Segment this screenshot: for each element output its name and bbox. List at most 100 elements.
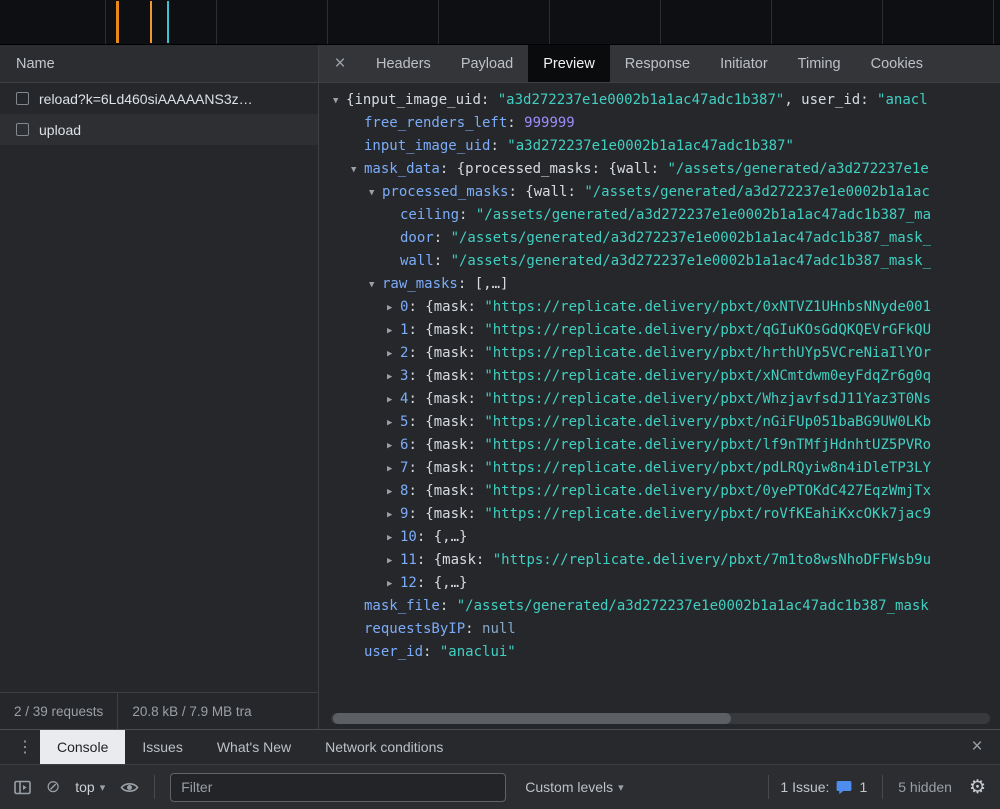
tree-expand-arrow[interactable]: ▶ <box>387 412 400 434</box>
tree-row[interactable]: ▶2: {mask: "https://replicate.delivery/p… <box>319 342 1000 365</box>
tab-timing[interactable]: Timing <box>783 45 856 82</box>
token-ky: 11 <box>400 552 417 568</box>
tree-row[interactable]: ▶6: {mask: "https://replicate.delivery/p… <box>319 434 1000 457</box>
close-drawer-icon[interactable]: × <box>954 730 1000 764</box>
console-sidebar-toggle-icon[interactable] <box>14 780 31 795</box>
tree-expand-arrow[interactable]: ▶ <box>387 527 400 549</box>
tab-payload[interactable]: Payload <box>446 45 528 82</box>
log-levels-dropdown[interactable]: Custom levels ▾ <box>525 779 623 795</box>
live-expression-eye-icon[interactable] <box>120 781 139 794</box>
tree-expand-arrow[interactable]: ▼ <box>369 274 382 296</box>
issues-count: 1 <box>859 779 867 795</box>
tree-expand-arrow[interactable]: ▶ <box>387 297 400 319</box>
tree-expand-arrow[interactable]: ▼ <box>351 159 364 181</box>
more-tools-menu-icon[interactable]: ⋮ <box>10 730 40 764</box>
token-pk: wall <box>617 161 651 177</box>
tree-row[interactable]: ▼raw_masks: [,…] <box>319 273 1000 296</box>
tab-cookies[interactable]: Cookies <box>856 45 938 82</box>
tree-expand-arrow[interactable]: ▶ <box>387 343 400 365</box>
tree-expand-arrow[interactable]: ▼ <box>369 182 382 204</box>
tree-row[interactable]: ▶12: {,…} <box>319 572 1000 595</box>
tree-row: free_renders_left: 999999 <box>319 112 1000 135</box>
tree-row[interactable]: ▶9: {mask: "https://replicate.delivery/p… <box>319 503 1000 526</box>
token-pl: : <box>476 552 493 568</box>
tree-expand-arrow[interactable]: ▼ <box>333 90 346 112</box>
tree-expand-arrow[interactable]: ▶ <box>387 550 400 572</box>
tree-row: wall: "/assets/generated/a3d272237e1e000… <box>319 250 1000 273</box>
hidden-messages-label[interactable]: 5 hidden <box>898 779 952 795</box>
token-pl: : <box>467 345 484 361</box>
request-row[interactable]: reload?k=6Ld460siAAAAANS3z… <box>0 83 318 114</box>
tree-row[interactable]: ▶1: {mask: "https://replicate.delivery/p… <box>319 319 1000 342</box>
token-pl: : <box>467 483 484 499</box>
token-pl: : <box>465 621 482 637</box>
close-detail-icon[interactable]: × <box>319 45 361 82</box>
tab-preview[interactable]: Preview <box>528 45 610 82</box>
tree-expand-arrow[interactable]: ▶ <box>387 458 400 480</box>
drawer-tab-console[interactable]: Console <box>40 730 125 764</box>
tree-row[interactable]: ▶4: {mask: "https://replicate.delivery/p… <box>319 388 1000 411</box>
tree-row[interactable]: ▼processed_masks: {wall: "/assets/genera… <box>319 181 1000 204</box>
tab-headers[interactable]: Headers <box>361 45 446 82</box>
file-icon <box>16 92 29 105</box>
tree-expand-arrow[interactable]: ▶ <box>387 389 400 411</box>
token-st: "anacl <box>877 92 928 108</box>
token-pk: wall <box>534 184 568 200</box>
token-st: "https://replicate.delivery/pbxt/0yePTOK… <box>484 483 931 499</box>
name-column-header[interactable]: Name <box>0 45 318 83</box>
tree-row[interactable]: ▶11: {mask: "https://replicate.delivery/… <box>319 549 1000 572</box>
tree-expand-arrow[interactable]: ▶ <box>387 481 400 503</box>
tree-row[interactable]: ▶10: {,…} <box>319 526 1000 549</box>
request-row[interactable]: upload <box>0 114 318 145</box>
drawer-tab-network-conditions[interactable]: Network conditions <box>308 730 460 764</box>
token-pl: : { <box>408 299 433 315</box>
settings-gear-icon[interactable]: ⚙ <box>969 776 986 799</box>
javascript-context-selector[interactable]: top ▾ <box>75 779 105 795</box>
toolbar-divider <box>882 775 883 799</box>
tree-expand-arrow[interactable]: ▶ <box>387 435 400 457</box>
request-list: reload?k=6Ld460siAAAAANS3z…upload <box>0 83 318 692</box>
tree-row: user_id: "anaclui" <box>319 641 1000 664</box>
overview-gridline <box>105 0 106 44</box>
tree-expand-arrow[interactable]: ▶ <box>387 320 400 342</box>
token-pl: : <box>490 138 507 154</box>
overview-gridline <box>660 0 661 44</box>
tree-row[interactable]: ▼mask_data: {processed_masks: {wall: "/a… <box>319 158 1000 181</box>
token-st: "https://replicate.delivery/pbxt/lf9nTMf… <box>484 437 931 453</box>
tree-expand-arrow[interactable]: ▶ <box>387 504 400 526</box>
network-overview[interactable] <box>0 0 1000 45</box>
tree-row[interactable]: ▶8: {mask: "https://replicate.delivery/p… <box>319 480 1000 503</box>
horizontal-scrollbar[interactable] <box>331 713 990 724</box>
token-st: "https://replicate.delivery/pbxt/nGiFUp0… <box>484 414 931 430</box>
token-st: "https://replicate.delivery/pbxt/xNCmtdw… <box>484 368 931 384</box>
tree-row[interactable]: ▶3: {mask: "https://replicate.delivery/p… <box>319 365 1000 388</box>
overview-gridline <box>216 0 217 44</box>
clear-console-icon[interactable]: ⊘ <box>46 777 60 797</box>
token-pk: mask <box>434 322 468 338</box>
name-column-label: Name <box>16 56 55 72</box>
drawer-tab-what-s-new[interactable]: What's New <box>200 730 308 764</box>
issues-counter[interactable]: 1 Issue: 1 <box>768 775 867 799</box>
drawer-tab-issues[interactable]: Issues <box>125 730 199 764</box>
tab-response[interactable]: Response <box>610 45 705 82</box>
token-pk: mask <box>434 437 468 453</box>
tree-expand-arrow[interactable]: ▶ <box>387 366 400 388</box>
tree-row[interactable]: ▶5: {mask: "https://replicate.delivery/p… <box>319 411 1000 434</box>
token-ky: free_renders_left <box>364 115 507 131</box>
token-st: "https://replicate.delivery/pbxt/qGIuKOs… <box>484 322 931 338</box>
token-pl: , <box>784 92 801 108</box>
overview-request-bar <box>150 1 152 43</box>
scrollbar-thumb[interactable] <box>333 713 731 724</box>
tree-row[interactable]: ▶7: {mask: "https://replicate.delivery/p… <box>319 457 1000 480</box>
tree-row[interactable]: ▶0: {mask: "https://replicate.delivery/p… <box>319 296 1000 319</box>
token-ky: requestsByIP <box>364 621 465 637</box>
issue-bubble-icon <box>836 780 852 795</box>
token-pk: mask <box>434 345 468 361</box>
tree-row[interactable]: ▼{input_image_uid: "a3d272237e1e0002b1a1… <box>319 89 1000 112</box>
token-ky: processed_masks <box>382 184 508 200</box>
console-filter-input[interactable] <box>170 773 506 802</box>
request-sidebar: Name reload?k=6Ld460siAAAAANS3z…upload 2… <box>0 45 319 729</box>
tree-expand-arrow[interactable]: ▶ <box>387 573 400 595</box>
tab-initiator[interactable]: Initiator <box>705 45 783 82</box>
detail-tabbar: × HeadersPayloadPreviewResponseInitiator… <box>319 45 1000 83</box>
